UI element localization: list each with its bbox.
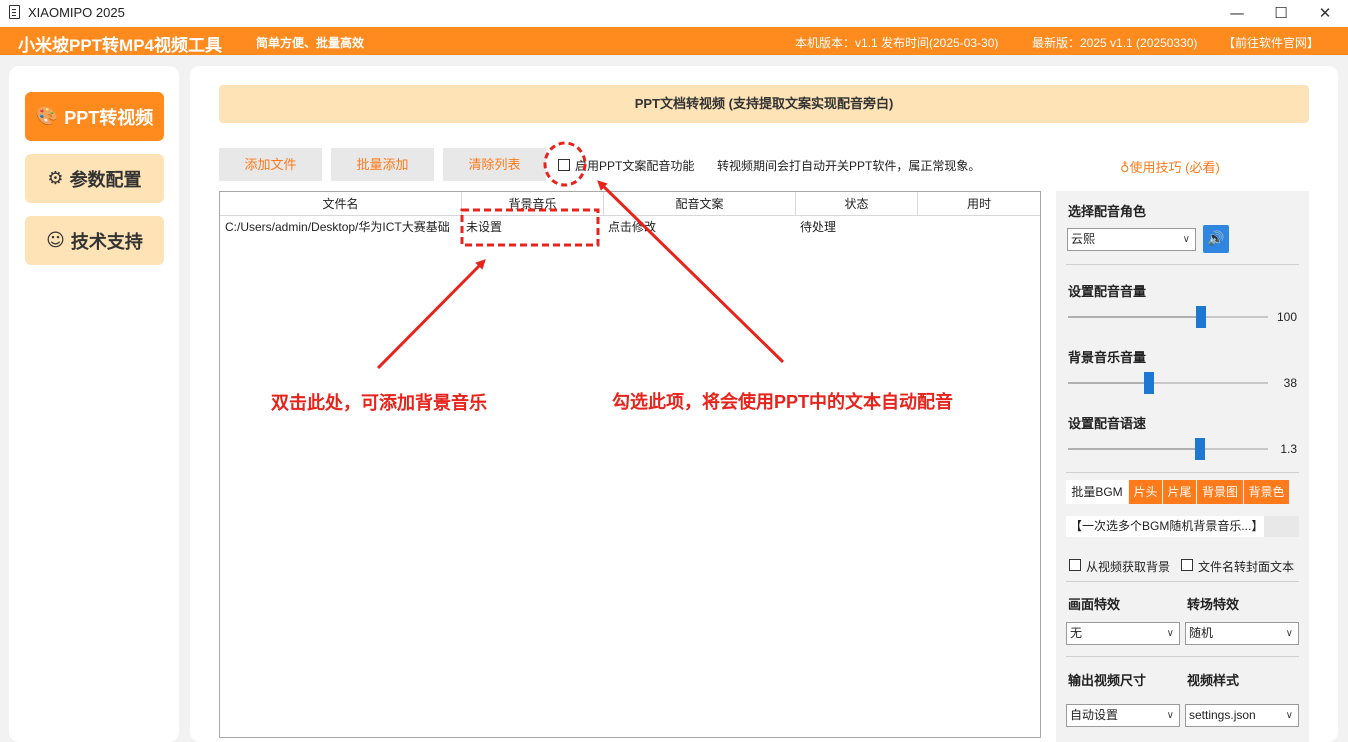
column-header-time[interactable]: 用时 (918, 192, 1040, 216)
voice-volume-slider[interactable] (1068, 316, 1268, 318)
document-icon (9, 5, 20, 19)
bgm-select-field[interactable]: 【一次选多个BGM随机背景音乐...】 (1066, 516, 1299, 537)
latest-version: 最新版：2025 v1.1 (20250330) (1032, 36, 1198, 50)
enable-ppt-voice-checkbox[interactable] (558, 159, 570, 171)
column-header-bgm[interactable]: 背景音乐 (462, 192, 604, 216)
window-title: XIAOMIPO 2025 (28, 5, 125, 20)
preview-voice-button[interactable]: 🔊 (1203, 225, 1229, 253)
chevron-down-icon: ∨ (1166, 628, 1174, 639)
chevron-down-icon: ∨ (1285, 710, 1293, 721)
sidebar-item-label: 技术支持 (70, 231, 143, 252)
from-video-bg-label[interactable]: 从视频获取背景 (1086, 558, 1170, 575)
tab-bg-image[interactable]: 背景图 (1197, 480, 1243, 504)
add-file-button[interactable]: 添加文件 (219, 148, 322, 181)
transition-select[interactable]: 随机 ∨ (1185, 622, 1299, 645)
filename-cover-label[interactable]: 文件名转封面文本 (1198, 558, 1294, 575)
usage-tips-link[interactable]: ♁使用技巧 (必看) (1120, 157, 1220, 176)
tab-batch-bgm[interactable]: 批量BGM (1066, 480, 1128, 504)
from-video-bg-checkbox[interactable] (1069, 559, 1081, 571)
effect-select[interactable]: 无 ∨ (1066, 622, 1180, 645)
video-style-select[interactable]: settings.json ∨ (1185, 704, 1299, 727)
divider (1066, 581, 1299, 582)
version-info: 本机版本：v1.1 发布时间(2025-03-30) (795, 36, 999, 50)
sidebar-item-label: 参数配置 (69, 169, 142, 190)
palette-icon: 🎨 (35, 106, 59, 127)
voice-role-label: 选择配音角色 (1068, 204, 1147, 219)
sidebar-item-ppt-to-video[interactable]: 🎨 PPT转视频 (25, 92, 164, 141)
bgm-annotation: 双击此处，可添加背景音乐 (271, 393, 487, 413)
output-size-label: 输出视频尺寸 (1068, 673, 1147, 688)
voice-annotation: 勾选此项，将会使用PPT中的文本自动配音 (612, 392, 954, 412)
cell-voice-text[interactable]: 点击修改 (608, 218, 788, 236)
effect-label: 画面特效 (1068, 597, 1121, 612)
voice-speed-thumb[interactable] (1195, 438, 1205, 460)
voice-role-select[interactable]: 云熙 ∨ (1067, 228, 1196, 251)
minimize-button[interactable]: — (1214, 0, 1260, 26)
cell-filename[interactable]: C:/Users/admin/Desktop/华为ICT大赛基础 (225, 218, 461, 236)
voice-speed-slider[interactable] (1068, 448, 1268, 450)
voice-volume-thumb[interactable] (1196, 306, 1206, 328)
close-button[interactable]: ✕ (1302, 0, 1348, 26)
bgm-volume-slider[interactable] (1068, 382, 1268, 384)
window-titlebar: XIAOMIPO 2025 — ☐ ✕ (0, 0, 1348, 26)
column-header-voice-text[interactable]: 配音文案 (604, 192, 796, 216)
conversion-note: 转视频期间会打自动开关PPT软件，属正常现象。 (717, 159, 981, 173)
divider (1066, 264, 1299, 265)
lightbulb-icon: ♁ (1120, 161, 1130, 176)
page-banner: PPT文档转视频 (支持提取文案实现配音旁白) (219, 85, 1309, 123)
tab-bg-color[interactable]: 背景色 (1244, 480, 1289, 504)
chevron-down-icon: ∨ (1166, 710, 1174, 721)
voice-speed-value: 1.3 (1280, 442, 1297, 456)
app-header: 小米坡PPT转MP4视频工具 简单方便、批量高效 本机版本：v1.1 发布时间(… (0, 27, 1348, 55)
voice-speed-label: 设置配音语速 (1068, 416, 1147, 431)
clear-list-button[interactable]: 清除列表 (443, 148, 546, 181)
batch-add-button[interactable]: 批量添加 (331, 148, 434, 181)
voice-volume-value: 100 (1276, 310, 1297, 324)
maximize-button[interactable]: ☐ (1258, 0, 1304, 26)
chevron-down-icon: ∨ (1285, 628, 1293, 639)
cell-time (922, 218, 1032, 236)
file-table[interactable]: 文件名 背景音乐 配音文案 状态 用时 C:/Users/admin/Deskt… (219, 191, 1041, 738)
bgm-volume-value: 38 (1283, 376, 1297, 390)
divider (1066, 656, 1299, 657)
video-style-label: 视频样式 (1187, 673, 1240, 688)
gear-icon: ⚙ (47, 168, 64, 189)
tab-outro[interactable]: 片尾 (1163, 480, 1196, 504)
cell-bgm[interactable]: 未设置 (466, 218, 596, 236)
sidebar-item-label: PPT转视频 (64, 107, 154, 128)
voice-volume-label: 设置配音音量 (1068, 284, 1147, 299)
bgm-volume-label: 背景音乐音量 (1068, 350, 1147, 365)
divider (1066, 472, 1299, 473)
tab-intro[interactable]: 片头 (1129, 480, 1162, 504)
column-header-status[interactable]: 状态 (796, 192, 918, 216)
app-title: 小米坡PPT转MP4视频工具 (18, 36, 223, 55)
sidebar-item-settings[interactable]: ⚙ 参数配置 (25, 154, 164, 203)
user-support-icon: ☺ (46, 230, 65, 251)
app-slogan: 简单方便、批量高效 (256, 36, 365, 50)
chevron-down-icon: ∨ (1182, 234, 1190, 245)
cell-status: 待处理 (800, 220, 837, 234)
bgm-volume-thumb[interactable] (1144, 372, 1154, 394)
transition-label: 转场特效 (1187, 597, 1240, 612)
filename-cover-checkbox[interactable] (1181, 559, 1193, 571)
column-header-filename[interactable]: 文件名 (220, 192, 462, 216)
speaker-icon: 🔊 (1207, 231, 1225, 247)
official-site-link[interactable]: 【前往软件官网】 (1223, 34, 1319, 51)
enable-ppt-voice-label[interactable]: 启用PPT文案配音功能 (575, 157, 694, 174)
sidebar-item-support[interactable]: ☺ 技术支持 (25, 216, 164, 265)
settings-panel (1056, 191, 1309, 742)
output-size-select[interactable]: 自动设置 ∨ (1066, 704, 1180, 727)
